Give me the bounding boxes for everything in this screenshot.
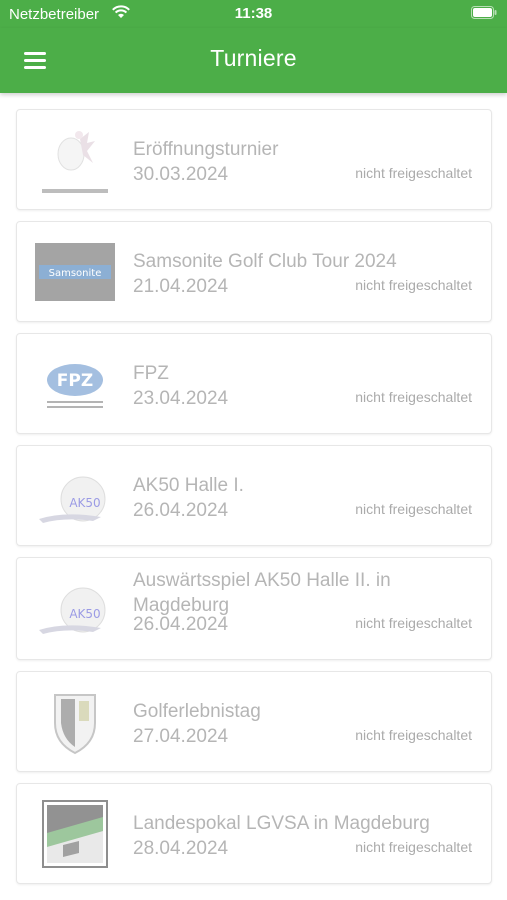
tournament-name: Samsonite Golf Club Tour 2024 [133,251,397,272]
status-label: nicht freigeschaltet [355,501,472,517]
status-label: nicht freigeschaltet [355,165,472,181]
golf-club-shield-logo [35,681,115,761]
fpz-logo: FPZ [35,343,115,423]
svg-text:Samsonite: Samsonite [49,268,102,279]
tournament-name: FPZ [133,363,169,384]
tournament-name: Auswärtsspiel AK50 Halle II. in Magdebur… [133,570,391,616]
status-bar: Netzbetreiber 11:38 [0,0,507,28]
tournament-name: Landespokal LGVSA in Magdeburg [133,813,430,834]
tournament-name: AK50 Halle I. [133,475,244,496]
samsonite-logo: Samsonite [35,231,115,311]
app-bar: Turniere [0,28,507,93]
status-label: nicht freigeschaltet [355,615,472,631]
egg-tee-logo [35,119,115,199]
tournament-date: 28.04.2024 [133,838,229,859]
tournament-card[interactable]: AK50 Auswärtsspiel AK50 Halle II. in Mag… [16,557,492,660]
tournament-card[interactable]: Landespokal LGVSA in Magdeburg 28.04.202… [16,783,492,884]
tournament-card[interactable]: Golferlebnistag 27.04.2024 nicht freiges… [16,671,492,772]
tournament-date: 23.04.2024 [133,388,229,409]
saxony-anhalt-crest-logo [35,793,115,873]
tournament-name: Golferlebnistag [133,701,261,722]
ak50-logo: AK50 [35,455,115,535]
svg-text:FPZ: FPZ [57,371,93,391]
tournament-date: 30.03.2024 [133,164,229,185]
tournament-name: Eröffnungsturnier [133,139,279,160]
svg-text:AK50: AK50 [69,607,100,621]
clock: 11:38 [234,5,273,22]
page-title: Turniere [210,45,297,71]
status-label: nicht freigeschaltet [355,839,472,855]
tournament-card[interactable]: Eröffnungsturnier 30.03.2024 nicht freig… [16,109,492,210]
svg-text:AK50: AK50 [69,496,100,510]
tournament-card[interactable]: AK50 AK50 Halle I. 26.04.2024 nicht frei… [16,445,492,546]
status-label: nicht freigeschaltet [355,277,472,293]
tournament-date: 27.04.2024 [133,726,229,747]
tournament-card[interactable]: FPZ FPZ 23.04.2024 nicht freigeschaltet [16,333,492,434]
tournament-card[interactable]: Samsonite Samsonite Golf Club Tour 2024 … [16,221,492,322]
status-label: nicht freigeschaltet [355,727,472,743]
battery-icon [471,6,497,19]
status-label: nicht freigeschaltet [355,389,472,405]
tournament-list[interactable]: Eröffnungsturnier 30.03.2024 nicht freig… [0,93,507,900]
tournament-date: 26.04.2024 [133,614,229,635]
ak50-logo: AK50 [35,570,115,650]
tournament-date: 26.04.2024 [133,500,229,521]
tournament-date: 21.04.2024 [133,276,229,297]
